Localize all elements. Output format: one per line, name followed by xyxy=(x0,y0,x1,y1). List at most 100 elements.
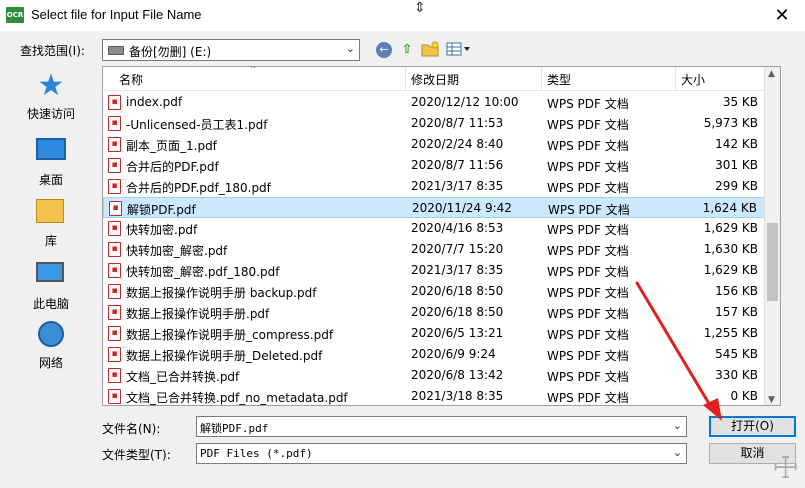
file-date: 2021/3/18 8:35 xyxy=(411,389,504,403)
file-name: 副本_页面_1.pdf xyxy=(126,139,217,153)
place-this-pc[interactable]: 此电脑 xyxy=(10,258,92,312)
file-type: WPS PDF 文档 xyxy=(547,265,629,279)
filename-value: 解锁PDF.pdf xyxy=(200,422,269,435)
resize-cursor-icon: ⇕ xyxy=(414,0,426,16)
column-header: ⌃ 名称 修改日期 类型 大小 xyxy=(103,67,766,91)
place-label: 网络 xyxy=(38,356,63,370)
file-row[interactable]: ▪ -Unlicensed-员工表1.pdf 2020/8/7 11:53 WPS P… xyxy=(103,113,766,134)
window-title: Select file for Input File Name xyxy=(31,7,202,22)
scroll-down-icon[interactable]: ▼ xyxy=(768,395,775,405)
file-row[interactable]: ▪ 数据上报操作说明手册.pdf 2020/6/18 8:50 WPS PDF 文档 1… xyxy=(103,302,766,323)
column-divider[interactable] xyxy=(405,67,406,91)
file-name: 快转加密_解密.pdf_180.pdf xyxy=(126,265,280,279)
file-name: index.pdf xyxy=(126,95,183,109)
filetype-select[interactable]: PDF Files (*.pdf) ⌄ xyxy=(196,443,687,464)
file-row[interactable]: ▪ 数据上报操作说明手册_compress.pdf 2020/6/5 13:21 WP… xyxy=(103,323,766,344)
file-date: 2020/7/7 15:20 xyxy=(411,242,504,256)
file-type: WPS PDF 文档 xyxy=(547,328,629,342)
filetype-label: 文件类型(T): xyxy=(102,448,171,462)
new-folder-button[interactable] xyxy=(421,41,439,59)
file-row[interactable]: ▪ 文档_已合并转换.pdf 2020/6/8 13:42 WPS PDF 文档 330… xyxy=(103,365,766,386)
file-type: WPS PDF 文档 xyxy=(547,118,629,132)
file-size: 0 KB xyxy=(730,389,758,403)
up-folder-button[interactable]: ⇧ xyxy=(398,41,416,59)
file-row[interactable]: ▪ 副本_页面_1.pdf 2020/2/24 8:40 WPS PDF 文档 142 … xyxy=(103,134,766,155)
place-network[interactable]: 网络 xyxy=(10,320,92,371)
file-size: 1,630 KB xyxy=(703,242,758,256)
file-name: 文档_已合并转换.pdf_no_metadata.pdf xyxy=(126,391,348,405)
pdf-file-icon: ▪ xyxy=(108,305,121,320)
file-row[interactable]: ▪ 数据上报操作说明手册 backup.pdf 2020/6/18 8:50 WPS … xyxy=(103,281,766,302)
column-size[interactable]: 大小 xyxy=(681,71,705,88)
file-name: 文档_已合并转换.pdf xyxy=(126,370,240,384)
column-type[interactable]: 类型 xyxy=(547,71,571,88)
chevron-down-icon[interactable]: ⌄ xyxy=(673,419,682,432)
new-folder-icon xyxy=(421,41,439,57)
lookin-dropdown[interactable]: 备份[勿删] (E:) ⌄ xyxy=(102,39,360,61)
file-type: WPS PDF 文档 xyxy=(547,244,629,258)
place-quick-access[interactable]: ★ 快速访问 xyxy=(10,68,92,122)
file-row[interactable]: ▪ 快转加密.pdf 2020/4/16 8:53 WPS PDF 文档 1,629 K… xyxy=(103,218,766,239)
place-label: 库 xyxy=(44,234,57,248)
file-type: WPS PDF 文档 xyxy=(547,349,629,363)
file-name: 数据上报操作说明手册.pdf xyxy=(126,307,270,321)
file-date: 2020/8/7 11:53 xyxy=(411,116,504,130)
file-row[interactable]: ▪ 合并后的PDF.pdf_180.pdf 2021/3/17 8:35 WPS PD… xyxy=(103,176,766,197)
file-size: 157 KB xyxy=(715,305,758,319)
file-row[interactable]: ▪ 解锁PDF.pdf 2020/11/24 9:42 WPS PDF 文档 1,624… xyxy=(103,197,766,218)
libraries-icon xyxy=(36,199,64,223)
file-date: 2020/6/8 13:42 xyxy=(411,368,504,382)
file-name: 数据上报操作说明手册_compress.pdf xyxy=(126,328,334,342)
scroll-thumb[interactable] xyxy=(767,223,778,301)
lookin-value: 备份[勿删] (E:) xyxy=(129,45,212,59)
back-button[interactable]: ← xyxy=(375,41,393,59)
lookin-label: 查找范围(I): xyxy=(20,44,85,58)
ocr-app-icon: OCR xyxy=(6,7,24,23)
column-divider[interactable] xyxy=(675,67,676,91)
file-type: WPS PDF 文档 xyxy=(547,181,629,195)
file-size: 330 KB xyxy=(715,368,758,382)
place-label: 快速访问 xyxy=(26,107,75,121)
drive-icon xyxy=(108,46,124,55)
title-bar: OCR Select file for Input File Name ⇕ ✕ xyxy=(0,0,805,31)
vertical-scrollbar[interactable]: ▲ ▼ xyxy=(764,67,780,405)
file-type: WPS PDF 文档 xyxy=(547,97,629,111)
file-date: 2021/3/17 8:35 xyxy=(411,263,504,277)
file-row[interactable]: ▪ 快转加密_解密.pdf 2020/7/7 15:20 WPS PDF 文档 1,63… xyxy=(103,239,766,260)
view-menu-button[interactable] xyxy=(446,41,472,59)
column-divider[interactable] xyxy=(541,67,542,91)
network-icon xyxy=(38,321,64,347)
view-menu-icon xyxy=(446,42,470,56)
quick-access-icon: ★ xyxy=(37,68,65,103)
file-row[interactable]: ▪ 文档_已合并转换.pdf_no_metadata.pdf 2021/3/18 8… xyxy=(103,386,766,405)
file-list[interactable]: ⌃ 名称 修改日期 类型 大小 ▪ index.pdf 2020/12/12 10:… xyxy=(102,66,781,406)
pdf-file-icon: ▪ xyxy=(108,221,121,236)
file-size: 1,255 KB xyxy=(703,326,758,340)
file-row[interactable]: ▪ index.pdf 2020/12/12 10:00 WPS PDF 文档 35 K… xyxy=(103,92,766,113)
column-date[interactable]: 修改日期 xyxy=(411,71,459,88)
place-libraries[interactable]: 库 xyxy=(10,196,92,249)
place-desktop[interactable]: 桌面 xyxy=(10,134,92,188)
open-button[interactable]: 打开(O) xyxy=(709,416,796,437)
file-name: 快转加密_解密.pdf xyxy=(126,244,228,258)
file-date: 2020/6/18 8:50 xyxy=(411,284,504,298)
watermark-logo: ☩ xyxy=(772,451,799,486)
file-row[interactable]: ▪ 合并后的PDF.pdf 2020/8/7 11:56 WPS PDF 文档 301 … xyxy=(103,155,766,176)
filetype-value: PDF Files (*.pdf) xyxy=(200,447,313,460)
this-pc-icon xyxy=(36,262,64,282)
column-name[interactable]: 名称 xyxy=(119,71,143,88)
close-button[interactable]: ✕ xyxy=(759,0,805,31)
pdf-file-icon: ▪ xyxy=(108,368,121,383)
scroll-up-icon[interactable]: ▲ xyxy=(768,69,775,79)
file-type: WPS PDF 文档 xyxy=(547,286,629,300)
file-size: 156 KB xyxy=(715,284,758,298)
file-row[interactable]: ▪ 数据上报操作说明手册_Deleted.pdf 2020/6/9 9:24 WPS … xyxy=(103,344,766,365)
chevron-down-icon[interactable]: ⌄ xyxy=(673,446,682,459)
file-row[interactable]: ▪ 快转加密_解密.pdf_180.pdf 2021/3/17 8:35 WPS PD… xyxy=(103,260,766,281)
filename-combo[interactable]: 解锁PDF.pdf ⌄ xyxy=(196,416,687,437)
pdf-file-icon: ▪ xyxy=(108,242,121,257)
file-date: 2020/12/12 10:00 xyxy=(411,95,519,109)
chevron-down-icon: ⌄ xyxy=(345,42,355,55)
file-date: 2020/6/5 13:21 xyxy=(411,326,504,340)
file-type: WPS PDF 文档 xyxy=(547,391,629,405)
